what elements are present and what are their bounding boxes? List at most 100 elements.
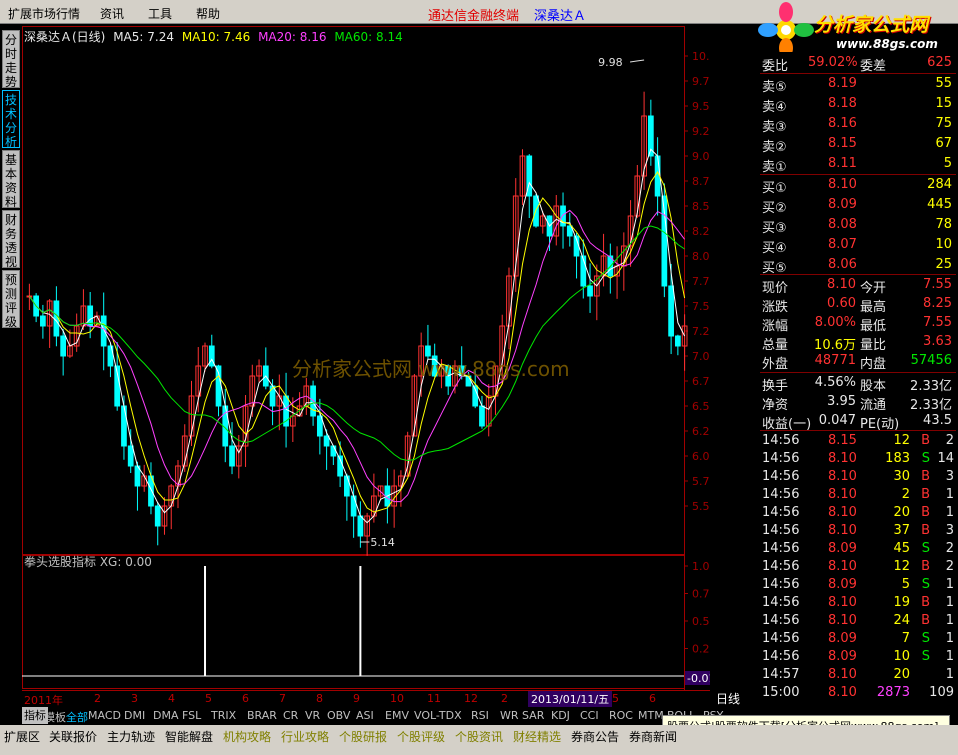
bottom-function-tab[interactable]: 扩展区 (4, 728, 40, 745)
indicator-tab[interactable]: CR (283, 709, 298, 722)
indicator-tab[interactable]: KDJ (551, 709, 570, 722)
bottom-function-tab[interactable]: 主力轨迹 (107, 728, 155, 745)
candle-body (587, 285, 593, 297)
quote-cell: 14:56 (762, 469, 800, 484)
date-axis: 2011年23456789101112234562013/01/11/五 (22, 690, 710, 707)
quote-cell: 8.10 (828, 469, 857, 484)
indicator-tab[interactable]: DMA (153, 709, 179, 722)
tab-intraday[interactable]: 分时走势 (2, 30, 20, 89)
bottom-function-tab[interactable]: 智能解盘 (165, 728, 213, 745)
quote-cell: 1 (945, 667, 954, 682)
indicator-tab[interactable]: TRIX (211, 709, 236, 722)
tab-fundamentals[interactable]: 基本资料 (2, 150, 20, 209)
quote-cell: 7.55 (923, 277, 952, 292)
quote-cell: B (921, 559, 930, 574)
quote-cell: 3.63 (923, 334, 952, 349)
quote-cell: 8.00% (814, 315, 856, 330)
quote-cell: 57456 (910, 353, 952, 368)
price-tick-label: 8.00 (692, 250, 710, 263)
quote-cell: 5 (943, 156, 952, 171)
buy-level-row: 买④ 8.07 10 (760, 236, 956, 256)
quote-cell: 2.33亿 (910, 398, 952, 413)
quote-cell: 8.18 (828, 96, 857, 111)
bottom-function-tab[interactable]: 券商公告 (571, 728, 619, 745)
quote-cell: B (921, 523, 930, 538)
quote-cell: 卖② (762, 140, 787, 155)
price-tick-label: 8.50 (692, 200, 710, 213)
quote-cell: 14:56 (762, 433, 800, 448)
menu-item-tools[interactable]: 工具 (148, 5, 172, 22)
indicator-tab[interactable]: MACD (88, 709, 121, 722)
quote-cell: 1 (945, 649, 954, 664)
indicator-tab[interactable]: FSL (182, 709, 201, 722)
ma20-value: MA20: 8.16 (258, 30, 327, 44)
quote-cell: S (921, 649, 930, 664)
tab-financials[interactable]: 财务透视 (2, 210, 20, 269)
indicator-tab[interactable]: EMV (385, 709, 409, 722)
indicator-tab[interactable]: CCI (580, 709, 599, 722)
indicator-tab[interactable]: ASI (356, 709, 374, 722)
indicator-panel-frame (22, 555, 685, 689)
indicator-tab[interactable]: VR (305, 709, 320, 722)
candle-body (330, 445, 337, 457)
quote-cell: 5 (901, 577, 910, 592)
tick-row: 14:56 8.10 37 B 3 (760, 522, 956, 540)
bottom-function-tab[interactable]: 行业攻略 (281, 728, 329, 745)
bottom-function-tab[interactable]: 机构攻略 (223, 728, 271, 745)
quote-cell: 14:56 (762, 523, 800, 538)
tab-forecast[interactable]: 预测评级 (2, 270, 20, 329)
quote-cell: 14:56 (762, 541, 800, 556)
quote-cell: B (921, 595, 930, 610)
bottom-function-tab[interactable]: 关联报价 (49, 728, 97, 745)
bottom-function-tab[interactable]: 财经精选 (513, 728, 561, 745)
quote-cell: 买③ (762, 221, 787, 236)
bottom-function-tab[interactable]: 个股研报 (339, 728, 387, 745)
quote-cell: 8.09 (828, 649, 857, 664)
buy-level-row: 买⑤ 8.06 25 (760, 256, 956, 276)
menu-item-help[interactable]: 帮助 (196, 5, 220, 22)
tick-row: 14:56 8.10 19 B 1 (760, 594, 956, 612)
indicator-tab[interactable]: OBV (327, 709, 350, 722)
ind-tick-label: 1.00 (692, 560, 710, 573)
quote-cell: 8.10 (828, 487, 857, 502)
price-tick-label: 9.25 (692, 125, 710, 138)
period-label[interactable]: 日线 (716, 690, 756, 706)
bottom-function-tab[interactable]: 个股资讯 (455, 728, 503, 745)
quote-cell: S (921, 631, 930, 646)
stat-row: 现价 8.10 今开 7.55 (760, 276, 956, 296)
kline-chart[interactable]: 10.00 9.75 9.50 9.25 9.00 8.75 8.50 8.25 8.00 7.7… (22, 26, 710, 690)
quote-cell: 14:56 (762, 613, 800, 628)
bottom-function-tab[interactable]: 券商新闻 (629, 728, 677, 745)
indicator-tab[interactable]: DMI (124, 709, 145, 722)
indicator-tab[interactable]: RSI (471, 709, 489, 722)
indicator-tab[interactable]: MTM (638, 709, 664, 722)
quote-cell: 1 (945, 487, 954, 502)
indicator-tab[interactable]: SAR (522, 709, 544, 722)
menu-item-news[interactable]: 资讯 (100, 5, 124, 22)
price-tick-label: 8.25 (692, 225, 710, 238)
date-axis-month: 5 (205, 692, 212, 705)
candle-body (350, 495, 357, 517)
quote-cell: 78 (935, 217, 952, 232)
menu-item-extended-market[interactable]: 扩展市场行情 (8, 5, 80, 22)
quote-cell: 涨幅 (762, 319, 789, 334)
indicator-tab[interactable]: VOL-TDX (414, 709, 462, 722)
quote-cell: 外盘 (762, 357, 789, 372)
quote-cell: 14:56 (762, 631, 800, 646)
indicator-tab[interactable]: WR (500, 709, 519, 722)
tab-technical-analysis[interactable]: 技术分析 (2, 90, 20, 149)
quote-cell: 67 (935, 136, 952, 151)
tick-row: 14:56 8.09 45 S 2 (760, 540, 956, 558)
quote-cell: 14:56 (762, 595, 800, 610)
indicator-tab[interactable]: ROC (609, 709, 633, 722)
indicator-tab[interactable]: 全部 (66, 709, 88, 725)
indicator-tab[interactable]: 模板 (44, 709, 66, 725)
watermark-text: 分析家公式网 www.88gs.com (292, 357, 570, 381)
quote-cell: 买④ (762, 241, 787, 256)
quote-separator (760, 372, 956, 373)
quote-cell: 量比 (860, 338, 887, 353)
indicator-tab[interactable]: BRAR (247, 709, 277, 722)
price-tick-label: 7.75 (692, 275, 710, 288)
bottom-function-tab[interactable]: 个股评级 (397, 728, 445, 745)
price-tick-label: 9.50 (692, 100, 710, 113)
